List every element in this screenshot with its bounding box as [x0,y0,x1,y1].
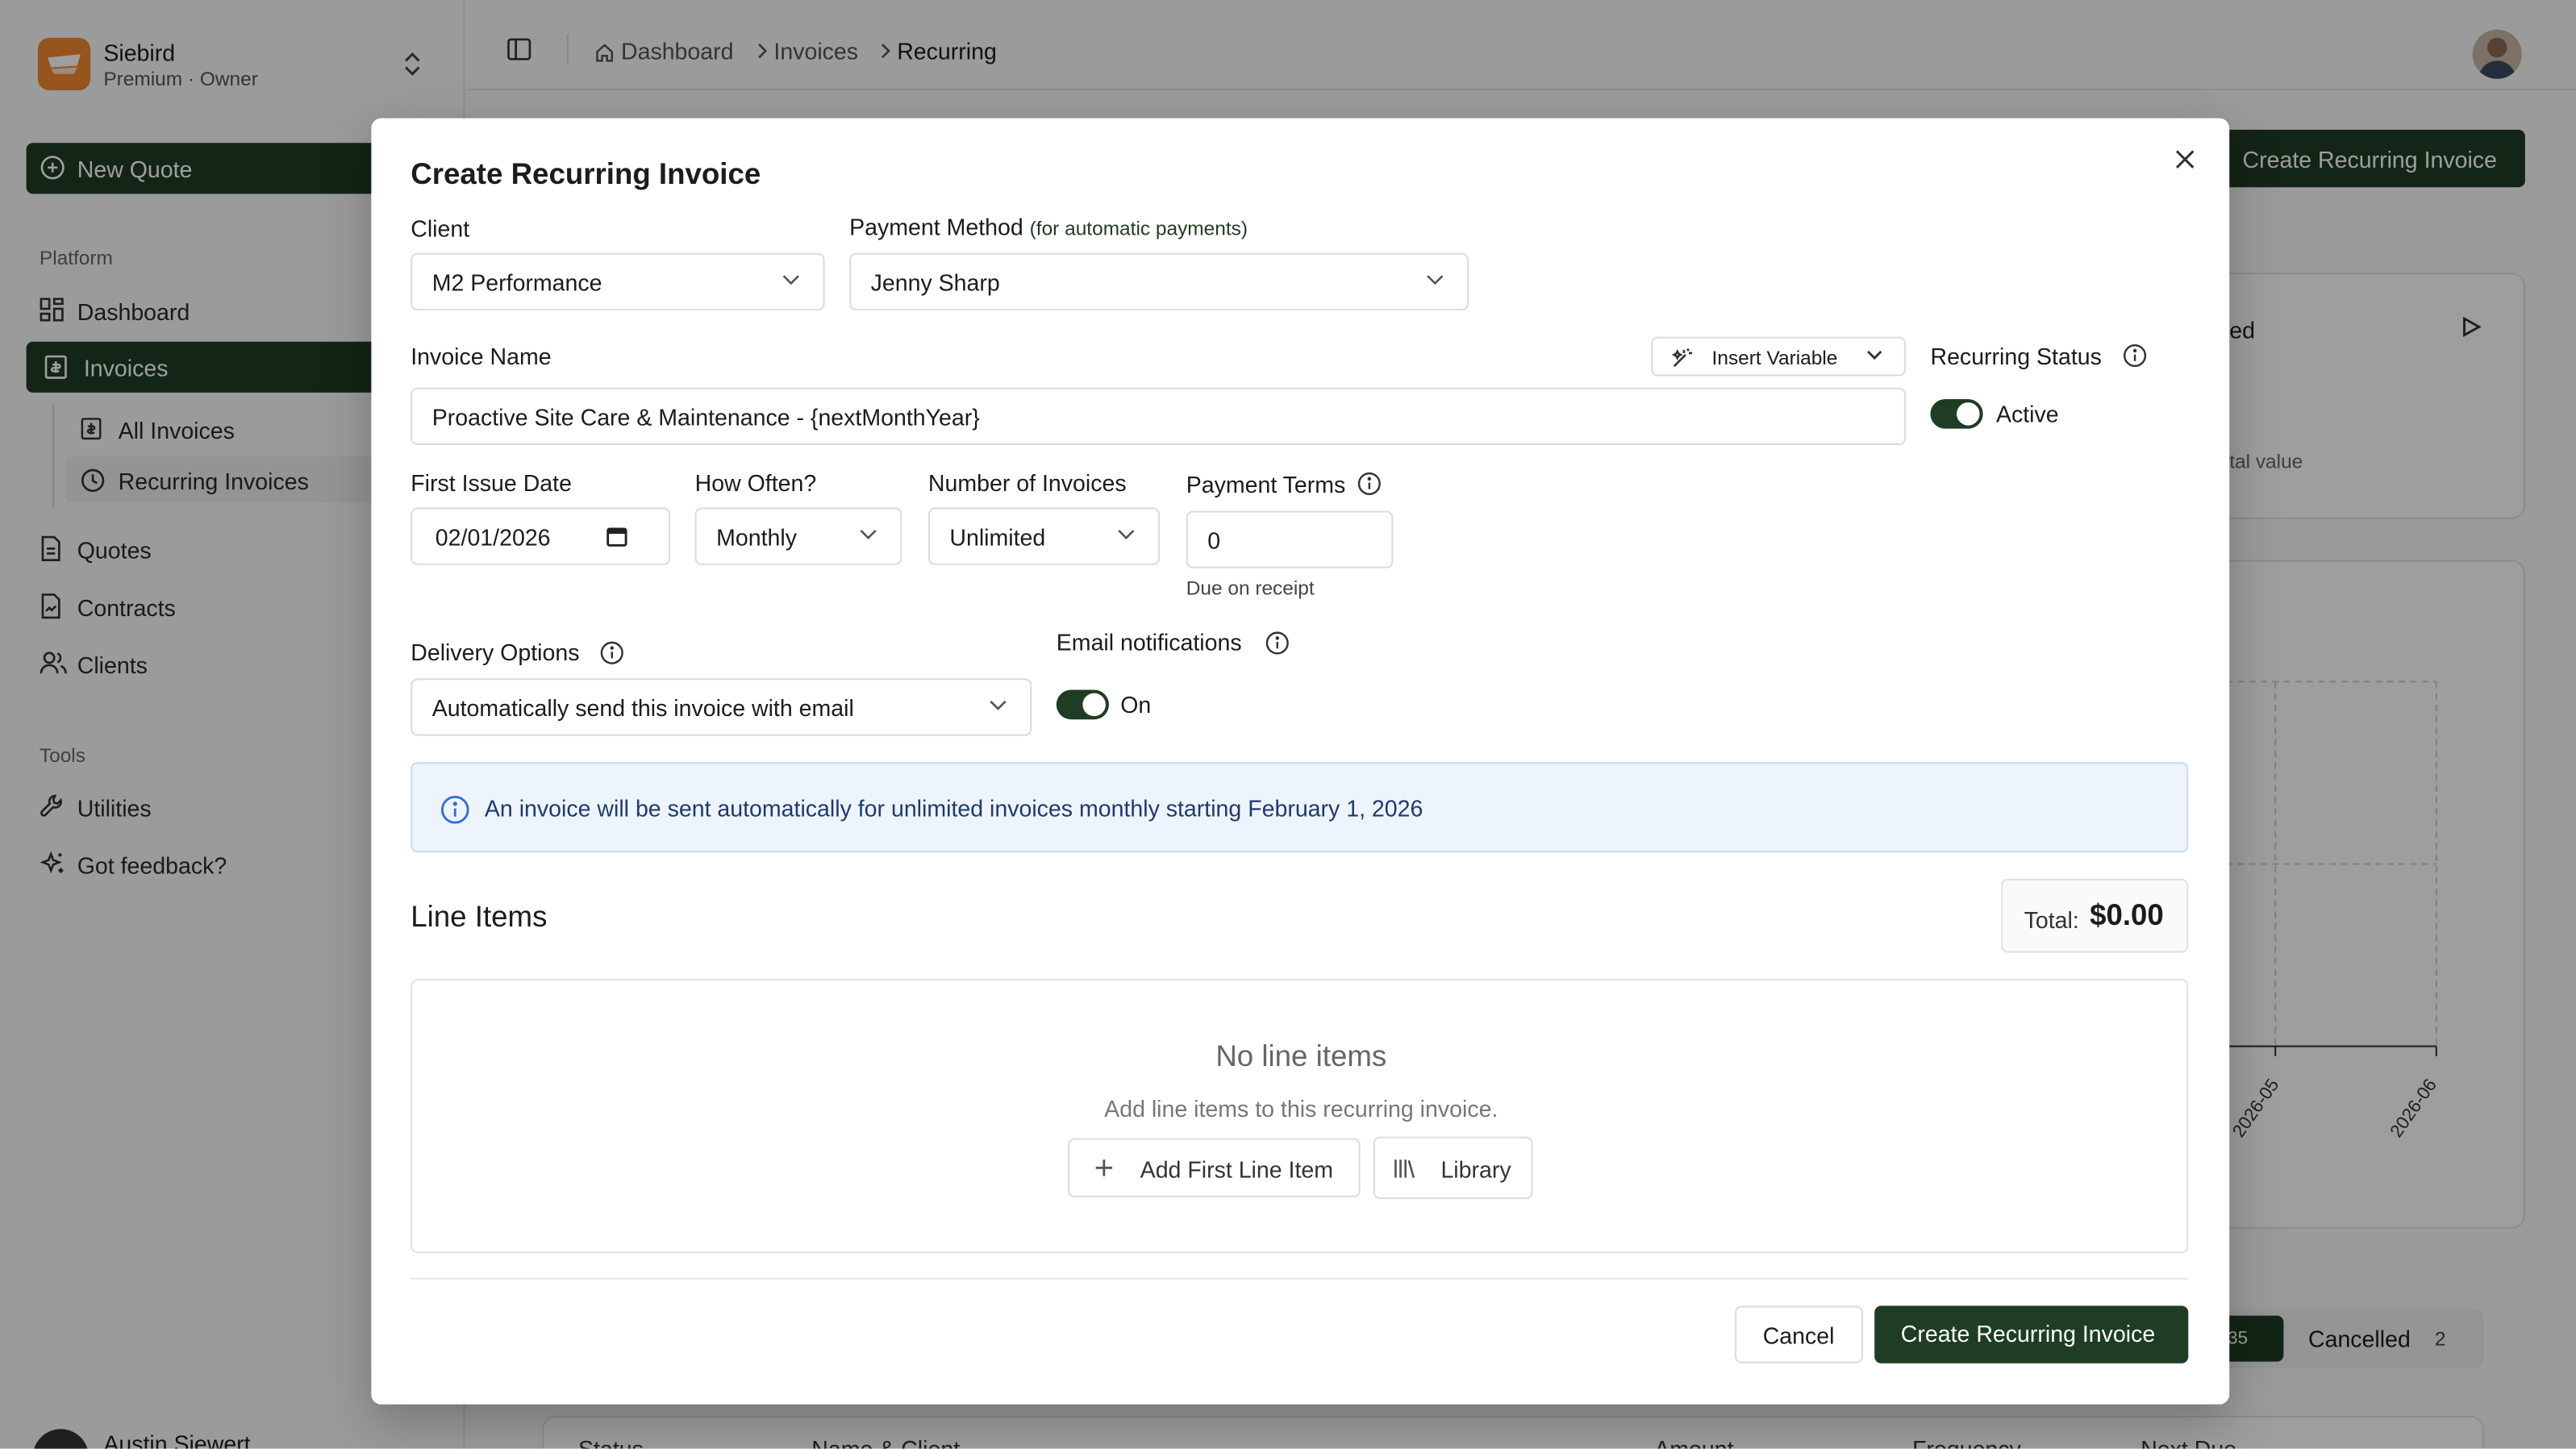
library-label: Library [1440,1156,1511,1183]
number-of-invoices-value: Unlimited [949,523,1046,551]
empty-state-title: No line items [1215,1039,1387,1073]
email-notifications-label: Email notifications [1056,629,1242,656]
recurring-status-toggle[interactable] [1930,398,1983,429]
add-first-line-item-label: Add First Line Item [1140,1156,1334,1183]
client-label: Client [411,214,470,242]
plus-icon [1094,1158,1114,1177]
total-box: Total: $0.00 [2001,878,2189,953]
info-icon[interactable] [1265,631,1290,656]
empty-state-subtitle: Add line items to this recurring invoice… [1104,1095,1498,1122]
create-recurring-invoice-submit[interactable]: Create Recurring Invoice [1874,1305,2189,1364]
number-of-invoices-label: Number of Invoices [927,469,1127,497]
invoice-name-value: Proactive Site Care & Maintenance - {nex… [431,404,980,431]
email-notifications-value: On [1120,691,1152,718]
submit-label: Create Recurring Invoice [1900,1320,2156,1347]
payment-terms-note: Due on receipt [1186,576,1315,600]
insert-variable-button[interactable]: Insert Variable [1651,336,1906,377]
library-icon [1393,1158,1416,1179]
info-banner-text: An invoice will be sent automatically fo… [484,794,1423,822]
payment-method-label-text: Payment Method [849,213,1023,240]
library-button[interactable]: Library [1373,1136,1533,1200]
invoice-name-input[interactable]: Proactive Site Care & Maintenance - {nex… [411,387,1906,446]
delivery-options-label: Delivery Options [411,639,580,665]
delivery-options-value: Automatically send this invoice with ema… [431,694,854,722]
cancel-label: Cancel [1762,1322,1835,1349]
info-icon [440,795,470,825]
invoice-name-label: Invoice Name [411,343,552,370]
payment-terms-input[interactable]: 0 [1186,510,1394,568]
delivery-options-select[interactable]: Automatically send this invoice with ema… [411,678,1032,736]
payment-method-select[interactable]: Jenny Sharp [849,252,1469,310]
insert-variable-label: Insert Variable [1711,346,1838,370]
payment-method-label: Payment Method (for automatic payments) [849,214,1248,240]
client-select[interactable]: M2 Performance [411,252,825,310]
chevron-down-icon [1866,350,1882,361]
line-items-title: Line Items [411,900,548,934]
chevron-down-icon [989,700,1007,711]
first-issue-date-label: First Issue Date [411,469,572,497]
email-notifications-toggle[interactable] [1056,689,1109,720]
close-icon[interactable] [2174,148,2197,171]
line-items-empty-state: No line items Add line items to this rec… [411,979,2189,1254]
cancel-button[interactable]: Cancel [1735,1305,1863,1364]
chevron-down-icon [1117,529,1135,540]
how-often-select[interactable]: Monthly [694,507,902,565]
calendar-icon[interactable] [606,526,627,547]
chevron-down-icon [782,274,800,285]
payment-terms-label: Payment Terms [1186,471,1346,498]
info-banner: An invoice will be sent automatically fo… [411,762,2189,853]
first-issue-date-input[interactable]: 02/01/2026 [411,507,671,565]
total-value: $0.00 [2090,898,2164,931]
how-often-label: How Often? [694,469,817,497]
first-issue-date-value: 02/01/2026 [435,523,551,551]
payment-terms-value: 0 [1207,527,1221,554]
info-icon[interactable] [2123,344,2148,368]
client-value: M2 Performance [431,269,602,296]
chevron-down-icon [1426,274,1444,285]
add-first-line-item-button[interactable]: Add First Line Item [1068,1138,1361,1197]
payment-method-value: Jenny Sharp [870,269,1000,296]
recurring-status-label: Recurring Status [1930,343,2102,370]
payment-method-hint: (for automatic payments) [1029,216,1248,240]
how-often-value: Monthly [716,523,798,551]
chevron-down-icon [859,529,877,540]
number-of-invoices-select[interactable]: Unlimited [927,507,1161,565]
magic-wand-icon [1671,347,1694,370]
recurring-status-value: Active [1995,401,2059,427]
info-icon[interactable] [600,640,625,665]
total-label: Total: [2024,906,2079,934]
create-recurring-invoice-dialog: Create Recurring Invoice Client M2 Perfo… [371,118,2230,1405]
info-icon[interactable] [1357,472,1382,497]
divider [411,1277,2189,1280]
dialog-title: Create Recurring Invoice [411,157,761,191]
